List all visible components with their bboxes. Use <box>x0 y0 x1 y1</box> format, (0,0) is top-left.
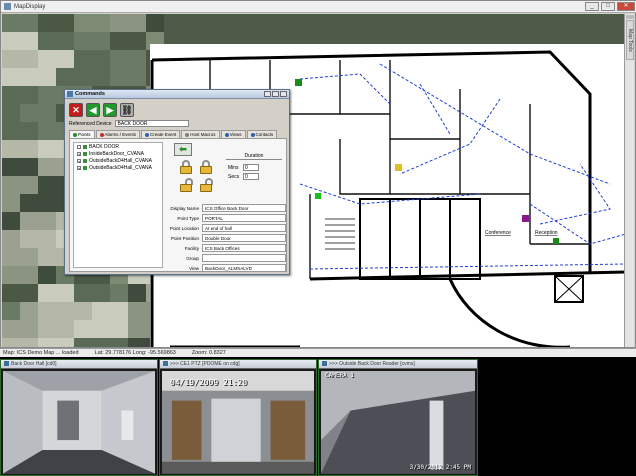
camera-feed[interactable] <box>3 371 155 474</box>
app-icon <box>4 3 11 10</box>
maximize-button[interactable]: □ <box>601 2 615 11</box>
secs-input[interactable]: 0 <box>243 173 259 180</box>
command-tabs: Points Alarms / Events Create Event Host… <box>69 130 278 138</box>
prop-display-name: Display Name ICS Office Back Door <box>166 203 286 213</box>
link-icon: ⛓ <box>121 104 133 115</box>
map-label-reception[interactable]: Reception <box>535 230 558 236</box>
tree-item-back-door[interactable]: - BACK DOOR <box>74 143 162 150</box>
camera-title[interactable]: >>> CE1 PTZ [PDOME on cdg] <box>160 360 316 369</box>
link-command-button[interactable]: ⛓ <box>120 103 134 117</box>
camera-pane-ptz[interactable]: >>> CE1 PTZ [PDOME on cdg] 04/19/2009 21… <box>159 359 317 476</box>
device-icon <box>83 151 87 156</box>
camera-icon <box>163 361 168 367</box>
referenced-device-field[interactable]: BACK DOOR <box>114 120 189 127</box>
camera-label: CAMERA 1 <box>325 372 354 379</box>
tab-views[interactable]: Views <box>220 130 246 138</box>
camera-feed[interactable] <box>321 371 475 474</box>
prop-view: View BackDoor_ALMSALVD <box>166 263 286 273</box>
commands-maximize-button[interactable] <box>272 91 279 97</box>
screen: MapDisplay _ □ ✕ Conference Reception Ma… <box>0 0 636 476</box>
prop-point-position: Point Position Double Door <box>166 233 286 243</box>
camera-icon <box>322 361 327 367</box>
back-command-button[interactable]: ◀ <box>86 103 100 117</box>
tree-item[interactable]: + OutsideBackD4Hall_CVANA <box>74 164 162 171</box>
map-label-conference[interactable]: Conference <box>485 230 511 236</box>
views-tab-icon <box>224 132 229 137</box>
commands-minimize-button[interactable] <box>264 91 271 97</box>
lock-icon[interactable] <box>178 160 194 174</box>
lock-command-grid <box>174 142 214 198</box>
commands-close-button[interactable] <box>280 91 287 97</box>
tab-points[interactable]: Points <box>69 130 95 138</box>
tree-item[interactable]: + OutsideBackD4Hall_CVANA <box>74 157 162 164</box>
status-map: Map: ICS Demo Map ... loaded <box>3 350 79 356</box>
tree-item[interactable]: + InsideBackDoor_CVANA <box>74 150 162 157</box>
mins-label: Mins <box>228 164 239 171</box>
secs-label: Secs <box>228 173 240 180</box>
prop-facility: Facility ICS Back Offices <box>166 243 286 253</box>
status-lat-long: Lat: 29.778176 Long: -95.569863 <box>94 350 176 356</box>
tab-create-event[interactable]: Create Event <box>141 130 181 138</box>
window-title: MapDisplay <box>14 3 46 10</box>
status-bar: Map: ICS Demo Map ... loaded Lat: 29.778… <box>0 348 636 357</box>
device-icon <box>83 165 87 170</box>
duration-group: Duration Mins 0 Secs 0 <box>226 153 282 181</box>
commands-title: Commands <box>75 91 105 97</box>
points-tab-icon <box>73 132 77 137</box>
commands-titlebar[interactable]: Commands <box>65 90 289 99</box>
point-properties: Display Name ICS Office Back Door Point T… <box>166 203 286 273</box>
close-button[interactable]: ✕ <box>617 2 635 11</box>
commands-toolbar: ✕ ◀ ▶ ⛓ <box>69 103 134 117</box>
side-tool-strip: Map Tools <box>624 14 634 347</box>
camera-pane-outside-back-door[interactable]: >>> Outside Back Door Reader [cvms] CAME… <box>318 359 478 476</box>
camera-timestamp: 3/30/2012 2:45 PM <box>409 464 471 471</box>
mins-input[interactable]: 0 <box>243 164 259 171</box>
points-tab-panel: - BACK DOOR + InsideBackDoor_CVANA + Outsid… <box>69 138 287 272</box>
lock-timed-icon[interactable] <box>198 160 214 174</box>
alarms-tab-icon <box>99 132 104 137</box>
x-icon: ✕ <box>72 104 80 115</box>
arrow-left-icon: ◀ <box>89 104 97 115</box>
create-event-tab-icon <box>145 132 150 137</box>
prop-point-type: Point Type PORTAL <box>166 213 286 223</box>
duration-heading: Duration <box>226 153 282 160</box>
arrow-right-icon: ▶ <box>106 104 114 115</box>
main-titlebar[interactable]: MapDisplay _ □ ✕ <box>1 1 636 13</box>
device-icon <box>83 144 87 149</box>
referenced-device-row: Referenced Device BACK DOOR <box>69 120 189 127</box>
forward-command-button[interactable]: ▶ <box>103 103 117 117</box>
unlock-icon[interactable] <box>178 178 194 192</box>
camera-icon <box>4 361 9 367</box>
point-tree[interactable]: - BACK DOOR + InsideBackDoor_CVANA + Outsid… <box>73 142 163 268</box>
unlock-timed-icon[interactable] <box>198 178 214 192</box>
prop-group: Group <box>166 253 286 263</box>
cancel-command-button[interactable]: ✕ <box>69 103 83 117</box>
commands-icon <box>67 91 73 97</box>
camera-timestamp: 04/19/2009 21:20 <box>170 378 248 387</box>
host-macros-tab-icon <box>185 132 190 137</box>
referenced-device-label: Referenced Device <box>69 120 112 127</box>
camera-title[interactable]: >>> Outside Back Door Reader [cvms] <box>319 360 477 369</box>
status-zoom: Zoom: 0.8327 <box>191 350 226 356</box>
commands-dialog: Commands ✕ ◀ ▶ ⛓ Referenced Device BACK … <box>64 89 290 275</box>
device-icon <box>83 158 87 163</box>
camera-pane-back-door-hall[interactable]: Back Door Hall [cd0] <box>0 359 158 476</box>
tab-contacts[interactable]: Contacts <box>246 130 278 138</box>
map-tools-tab[interactable]: Map Tools <box>626 20 634 60</box>
contacts-tab-icon <box>250 132 255 137</box>
tab-alarms-events[interactable]: Alarms / Events <box>95 130 141 138</box>
minimize-button[interactable]: _ <box>585 2 599 11</box>
camera-title[interactable]: Back Door Hall [cd0] <box>1 360 157 369</box>
tab-host-macros[interactable]: Host Macros <box>181 130 220 138</box>
pin-icon[interactable] <box>626 15 634 19</box>
prop-point-location: Point Location At end of hall <box>166 223 286 233</box>
